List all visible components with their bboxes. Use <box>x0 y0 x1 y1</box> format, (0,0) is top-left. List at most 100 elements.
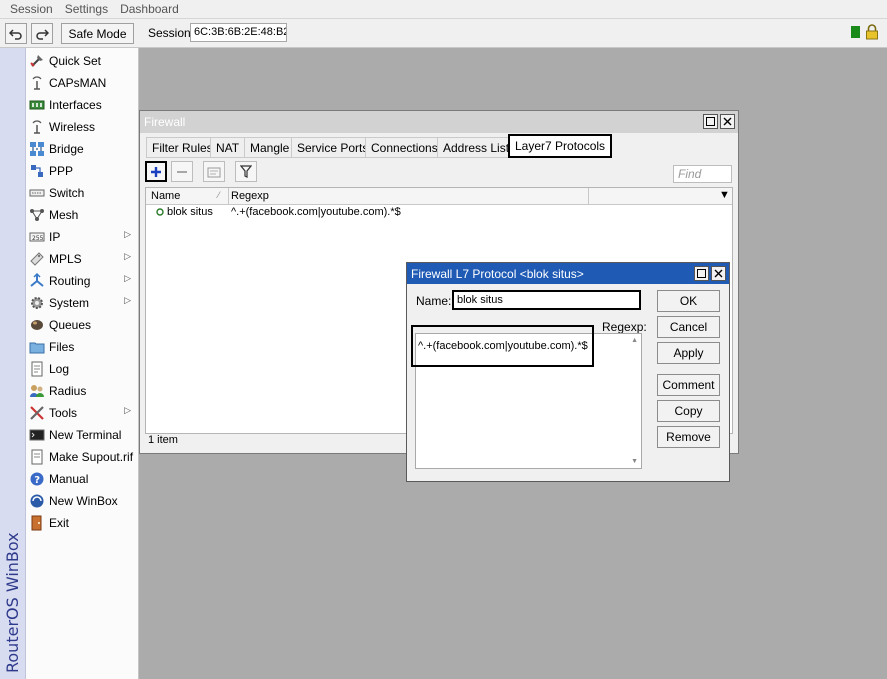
sidebar-item-exit[interactable]: Exit <box>28 512 137 534</box>
filter-button[interactable] <box>235 161 257 182</box>
ip-icon: 255 <box>28 229 46 245</box>
sidebar-item-quick-set[interactable]: Quick Set <box>28 50 137 72</box>
tab-connections[interactable]: Connections <box>365 137 444 158</box>
sort-icon: ⁄ <box>218 190 220 200</box>
dialog-maximize-button[interactable] <box>694 266 709 281</box>
sidebar-item-new-terminal[interactable]: New Terminal <box>28 424 137 446</box>
manual-icon: ? <box>28 471 46 487</box>
sidebar-item-label: Files <box>49 340 75 354</box>
sidebar-item-capsman[interactable]: CAPsMAN <box>28 72 137 94</box>
sidebar-item-label: Switch <box>49 186 85 200</box>
column-header-regexp[interactable]: Regexp <box>231 190 269 202</box>
sidebar-item-label: System <box>49 296 90 310</box>
ppp-icon <box>28 163 46 179</box>
terminal-icon <box>28 427 46 443</box>
comment-button[interactable]: Comment <box>657 374 720 396</box>
sidebar-item-log[interactable]: Log <box>28 358 137 380</box>
supout-icon <box>28 449 46 465</box>
menu-settings[interactable]: Settings <box>59 2 114 16</box>
close-button[interactable] <box>720 114 735 129</box>
enabled-status-icon <box>156 208 164 216</box>
add-button[interactable] <box>145 161 167 182</box>
dialog-close-button[interactable] <box>711 266 726 281</box>
table-row[interactable]: blok situs ^.+(facebook.com|youtube.com)… <box>146 205 732 220</box>
sidebar-item-routing[interactable]: Routing ▷ <box>28 270 137 292</box>
sidebar-item-manual[interactable]: ? Manual <box>28 468 137 490</box>
redo-button[interactable] <box>31 23 53 44</box>
menu-dashboard[interactable]: Dashboard <box>114 2 185 16</box>
menu-session[interactable]: Session <box>4 2 59 16</box>
sidebar-item-interfaces[interactable]: Interfaces <box>28 94 137 116</box>
sidebar-item-ip[interactable]: 255 IP ▷ <box>28 226 137 248</box>
files-icon <box>28 339 46 355</box>
sidebar-item-mpls[interactable]: MPLS ▷ <box>28 248 137 270</box>
firewall-titlebar[interactable]: Firewall <box>140 111 738 133</box>
sidebar-item-wireless[interactable]: Wireless <box>28 116 137 138</box>
menu-bar: Session Settings Dashboard <box>0 0 887 19</box>
submenu-arrow-icon: ▷ <box>124 251 131 261</box>
sidebar-item-system[interactable]: System ▷ <box>28 292 137 314</box>
sidebar: Quick Set CAPsMAN Interfaces Wireless Br… <box>26 48 139 679</box>
sidebar-item-label: Bridge <box>49 142 84 156</box>
undo-icon <box>9 28 22 40</box>
undo-button[interactable] <box>5 23 27 44</box>
copy-button[interactable]: Copy <box>657 400 720 422</box>
sidebar-item-label: Log <box>49 362 70 376</box>
comment-button[interactable] <box>203 161 225 182</box>
sidebar-item-make-supout[interactable]: Make Supout.rif <box>28 446 137 468</box>
ok-button[interactable]: OK <box>657 290 720 312</box>
table-header: Name ⁄ Regexp ▼ <box>146 188 732 205</box>
sidebar-item-label: MPLS <box>49 252 82 266</box>
comment-icon <box>207 167 221 177</box>
sidebar-item-files[interactable]: Files <box>28 336 137 358</box>
row-regexp: ^.+(facebook.com|youtube.com).*$ <box>231 206 401 218</box>
tab-mangle[interactable]: Mangle <box>244 137 296 158</box>
minus-icon <box>177 170 187 173</box>
regexp-highlight-box <box>411 325 594 367</box>
remove-button[interactable] <box>171 161 193 182</box>
maximize-icon <box>706 117 715 126</box>
session-label: Session: <box>148 26 195 40</box>
l7-protocol-dialog: Firewall L7 Protocol <blok situs> Name: … <box>406 262 730 482</box>
sidebar-item-switch[interactable]: Switch <box>28 182 137 204</box>
remove-entry-button[interactable]: Remove <box>657 426 720 448</box>
filter-icon <box>240 165 252 178</box>
sidebar-item-label: Manual <box>49 472 89 486</box>
tab-layer7-protocols[interactable]: Layer7 Protocols <box>508 134 613 158</box>
capsman-icon <box>28 75 46 91</box>
svg-text:255: 255 <box>32 235 44 242</box>
sidebar-item-tools[interactable]: Tools ▷ <box>28 402 137 424</box>
switch-icon <box>28 185 46 201</box>
sidebar-item-label: Wireless <box>49 120 96 134</box>
tab-service-ports[interactable]: Service Ports <box>291 137 375 158</box>
name-field[interactable]: blok situs <box>452 290 641 310</box>
scroll-down-icon[interactable]: ▼ <box>631 458 638 465</box>
sidebar-item-label: Tools <box>49 406 78 420</box>
lock-icon <box>866 24 878 40</box>
sidebar-item-label: Interfaces <box>49 98 102 112</box>
column-header-name[interactable]: Name <box>151 190 180 202</box>
maximize-button[interactable] <box>703 114 718 129</box>
row-name: blok situs <box>167 206 213 218</box>
tab-filter-rules[interactable]: Filter Rules <box>146 137 219 158</box>
tab-nat[interactable]: NAT <box>210 137 246 158</box>
sidebar-item-label: IP <box>49 230 61 244</box>
column-menu-icon[interactable]: ▼ <box>719 189 730 201</box>
session-field[interactable]: 6C:3B:6B:2E:48:B2 <box>190 23 287 42</box>
find-input[interactable]: Find <box>673 165 732 183</box>
submenu-arrow-icon: ▷ <box>124 229 131 239</box>
safe-mode-button[interactable]: Safe Mode <box>61 23 134 44</box>
dialog-titlebar[interactable]: Firewall L7 Protocol <blok situs> <box>407 263 729 284</box>
scroll-up-icon[interactable]: ▲ <box>631 337 638 344</box>
brand-label: RouterOS WinBox <box>3 532 22 673</box>
apply-button[interactable]: Apply <box>657 342 720 364</box>
sidebar-item-mesh[interactable]: Mesh <box>28 204 137 226</box>
sidebar-item-new-winbox[interactable]: New WinBox <box>28 490 137 512</box>
sidebar-item-label: CAPsMAN <box>49 76 107 90</box>
quick-set-icon <box>28 53 46 69</box>
sidebar-item-ppp[interactable]: PPP <box>28 160 137 182</box>
sidebar-item-radius[interactable]: Radius <box>28 380 137 402</box>
sidebar-item-bridge[interactable]: Bridge <box>28 138 137 160</box>
sidebar-item-queues[interactable]: Queues <box>28 314 137 336</box>
cancel-button[interactable]: Cancel <box>657 316 720 338</box>
